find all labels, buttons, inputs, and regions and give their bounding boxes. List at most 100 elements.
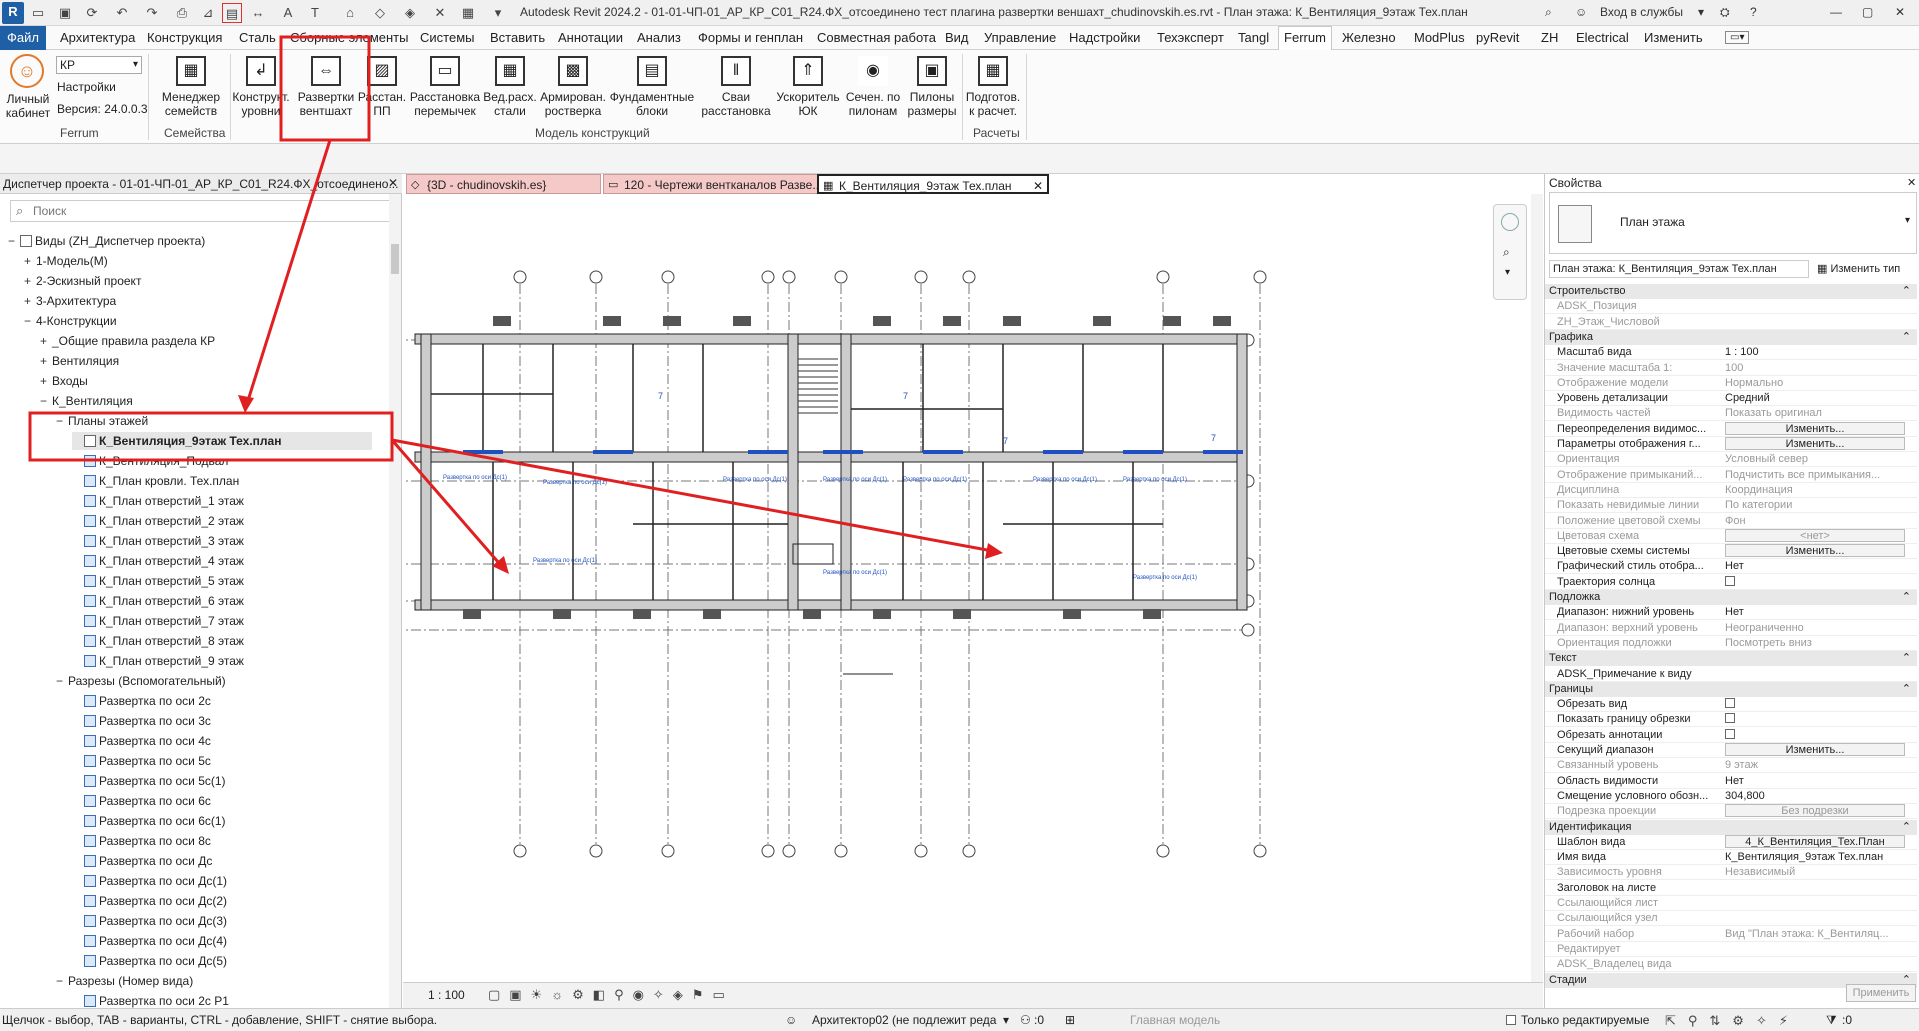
cart-store-icon[interactable]: ⛭ <box>1720 5 1730 20</box>
property-row[interactable]: Показать границу обрезки <box>1545 712 1917 728</box>
place-pp-button[interactable]: ▨ Расстан. ПП <box>356 56 408 118</box>
minimize-icon[interactable]: — <box>1830 5 1842 19</box>
expand-icon[interactable]: + <box>24 272 36 290</box>
collapse-icon[interactable]: ⌃ <box>1902 651 1911 666</box>
tree-view-item[interactable]: Развертка по оси Дс(5) <box>72 952 227 970</box>
construct-levels-button[interactable]: ↲ Конструкт. уровни <box>230 56 292 118</box>
browser-search[interactable]: ⌕ <box>10 200 390 222</box>
property-category[interactable]: Границы ⌃ <box>1545 681 1917 697</box>
tree-view-item[interactable]: К_План отверстий_2 этаж <box>72 512 244 530</box>
checkbox[interactable] <box>1725 728 1735 739</box>
tree-view-item[interactable]: К_План отверстий_9 этаж <box>72 652 244 670</box>
home-icon[interactable]: ⌂ <box>340 3 360 23</box>
property-row[interactable]: Масштаб вида 1 : 100 <box>1545 345 1917 361</box>
tree-view-item[interactable]: К_План отверстий_3 этаж <box>72 532 244 550</box>
property-row[interactable]: Отображение модели Нормально <box>1545 376 1917 391</box>
tree-node[interactable]: +1-Модель(М) <box>24 252 108 270</box>
tree-view-item[interactable]: Развертка по оси 5с(1) <box>72 772 226 790</box>
expand-icon[interactable]: + <box>40 352 52 370</box>
lintels-button[interactable]: ▭ Расстановка перемычек <box>408 56 482 118</box>
property-row[interactable]: Цветовые схемы системы Изменить... <box>1545 544 1917 560</box>
tree-view-item[interactable]: К_План отверстий_8 этаж <box>72 632 244 650</box>
ribbon-options-icon[interactable]: ▭▾ <box>1725 31 1750 44</box>
tree-view-item[interactable]: К_План отверстий_7 этаж <box>72 612 244 630</box>
measure-icon[interactable]: ⊿ <box>198 3 218 23</box>
settings-button[interactable]: Настройки <box>57 80 116 94</box>
checkbox[interactable] <box>1725 575 1735 586</box>
family-manager-button[interactable]: ▦ Менеджер семейств <box>155 56 227 118</box>
property-row[interactable]: ADSK_Владелец вида <box>1545 957 1917 973</box>
collapse-icon[interactable]: ⌃ <box>1902 682 1911 697</box>
search-help-icon[interactable]: ⌕ <box>1545 5 1552 20</box>
section-dropdown[interactable]: КР ▾ <box>56 56 142 74</box>
text-icon[interactable]: T <box>305 3 325 23</box>
close-hidden-icon[interactable]: ✕ <box>430 3 450 23</box>
tree-view-item[interactable]: К_План отверстий_1 этаж <box>72 492 244 510</box>
tab-manage[interactable]: Управление <box>984 30 1056 45</box>
tree-node[interactable]: + _Общие правила раздела КР <box>40 332 215 350</box>
property-row[interactable]: Редактирует <box>1545 942 1917 957</box>
view-scale[interactable]: 1 : 100 <box>428 988 465 1002</box>
property-category[interactable]: Идентификация ⌃ <box>1545 819 1917 835</box>
property-value[interactable] <box>1725 575 1905 590</box>
tree-view-item[interactable]: К_План отверстий_5 этаж <box>72 572 244 590</box>
tab-massing-site[interactable]: Формы и генплан <box>698 30 803 45</box>
revit-logo[interactable]: R <box>2 2 24 24</box>
undo-icon[interactable]: ↶ <box>112 3 132 23</box>
property-row[interactable]: Диапазон: верхний уровень Неограниченно <box>1545 621 1917 636</box>
grillage-reinforcement-button[interactable]: ▩ Армирован. ростверка <box>538 56 608 118</box>
search-input[interactable] <box>33 203 383 219</box>
property-row[interactable]: Значение масштаба 1: 100 <box>1545 361 1917 376</box>
open-icon[interactable]: ▭ <box>28 3 48 23</box>
canvas-scrollbar[interactable] <box>1531 194 1543 982</box>
accelerator-button[interactable]: ⇑ Ускоритель ЮК <box>772 56 844 118</box>
tab-view[interactable]: Вид <box>945 30 969 45</box>
property-row[interactable]: Заголовок на листе <box>1545 881 1917 896</box>
property-value[interactable] <box>1725 712 1905 727</box>
tree-view-item[interactable]: К_План кровли. Тех.план <box>72 472 239 490</box>
signin-button[interactable]: Вход в службы <box>1600 5 1683 19</box>
collapse-icon[interactable]: ⌃ <box>1902 590 1911 605</box>
tab-modplus[interactable]: ModPlus <box>1414 30 1465 45</box>
tag-icon[interactable]: A <box>278 3 298 23</box>
collapse-icon[interactable]: − <box>24 312 36 330</box>
tree-node[interactable]: − Планы этажей <box>56 412 148 430</box>
property-row[interactable]: Графический стиль отобра... Нет <box>1545 559 1917 575</box>
property-value[interactable] <box>1725 697 1905 712</box>
property-row[interactable]: Траектория солнца <box>1545 575 1917 590</box>
switch-windows-icon[interactable]: ▦ <box>458 3 478 23</box>
property-category[interactable]: Графика ⌃ <box>1545 329 1917 345</box>
save-icon[interactable]: ▣ <box>55 3 75 23</box>
tree-node[interactable]: + Входы <box>40 372 88 390</box>
tree-view-item[interactable]: К_План отверстий_4 этаж <box>72 552 244 570</box>
tree-node[interactable]: − Виды (ZH_Диспетчер проекта) <box>8 232 205 250</box>
tab-zh[interactable]: ZH <box>1541 30 1558 45</box>
property-row[interactable]: ADSK_Позиция <box>1545 299 1917 315</box>
tree-view-item[interactable]: Развертка по оси 6с <box>72 792 211 810</box>
tab-systems[interactable]: Системы <box>420 30 474 45</box>
property-row[interactable]: Положение цветовой схемы Фон <box>1545 514 1917 529</box>
zoom-icon[interactable]: ⌕ <box>1503 245 1510 260</box>
tab-precast[interactable]: Сборные элементы <box>290 30 408 45</box>
dimension-icon[interactable]: ↔ <box>248 3 268 23</box>
3d-view-icon[interactable]: ◇ <box>370 3 390 23</box>
tree-view-item[interactable]: К_План отверстий_6 этаж <box>72 592 244 610</box>
tab-ferrum[interactable]: Ferrum <box>1278 26 1332 50</box>
tree-view-item[interactable]: Развертка по оси 2с <box>72 692 211 710</box>
tree-view-item[interactable]: К_Вентиляция_Подвал <box>72 452 228 470</box>
close-icon[interactable]: ✕ <box>1895 5 1905 19</box>
redo-icon[interactable]: ↷ <box>142 3 162 23</box>
tree-node[interactable]: +2-Эскизный проект <box>24 272 141 290</box>
collapse-icon[interactable]: ⌃ <box>1902 820 1911 835</box>
tree-view-item[interactable]: Развертка по оси 5с <box>72 752 211 770</box>
property-row[interactable]: Дисциплина Координация <box>1545 483 1917 498</box>
tree-node[interactable]: − Разрезы (Вспомогательный) <box>56 672 226 690</box>
property-row[interactable]: ZH_Этаж_Числовой <box>1545 315 1917 330</box>
user-icon[interactable]: ☺ <box>1575 5 1587 19</box>
property-row[interactable]: Показать невидимые линии По категории <box>1545 498 1917 514</box>
property-row[interactable]: Видимость частей Показать оригинал <box>1545 406 1917 422</box>
property-row[interactable]: Отображение примыканий... Подчистить все … <box>1545 468 1917 483</box>
property-row[interactable]: Ссылающийся лист <box>1545 896 1917 911</box>
tree-view-item[interactable]: Развертка по оси Дс <box>72 852 212 870</box>
view-tab-3d[interactable]: ◇ {3D - chudinovskih.es} <box>406 174 601 194</box>
